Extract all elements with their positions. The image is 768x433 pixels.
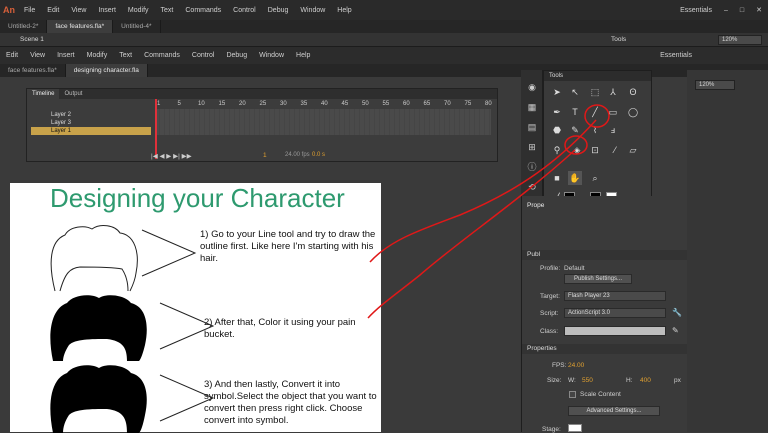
annotation-overlay	[367, 104, 610, 319]
annotation-arrow-line-tool	[369, 119, 597, 263]
annotation-circle-bucket-tool	[564, 135, 588, 155]
annotation-circle-line-tool	[584, 104, 610, 128]
annotation-arrow-bucket	[367, 149, 576, 319]
